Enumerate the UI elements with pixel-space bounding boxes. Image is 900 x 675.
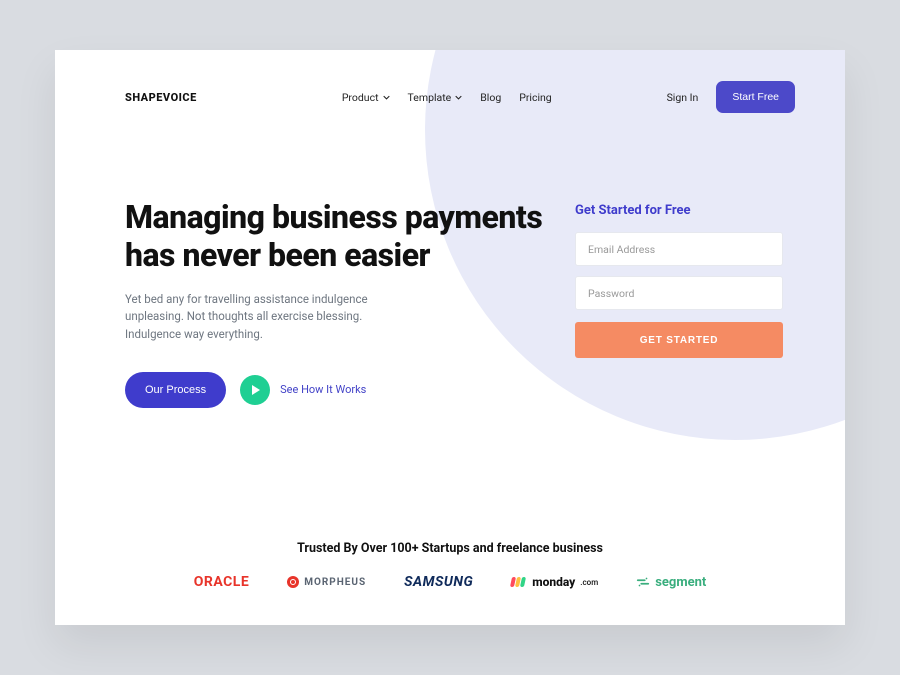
brand-logo[interactable]: SHAPEVOICE [125,91,197,104]
nav-links: Product Template Blog Pricing [342,91,552,104]
start-free-button[interactable]: Start Free [716,81,795,113]
email-placeholder: Email Address [588,243,655,256]
signup-form: Get Started for Free Email Address Passw… [575,199,795,408]
nav-item-label: Product [342,91,379,104]
email-field[interactable]: Email Address [575,232,783,266]
get-started-button[interactable]: GET STARTED [575,322,783,358]
nav-item-label: Blog [480,91,501,104]
chevron-down-icon [455,94,462,101]
logo-oracle: ORACLE [194,574,250,590]
morpheus-text: MORPHEUS [304,577,366,588]
our-process-button[interactable]: Our Process [125,372,226,408]
nav-item-pricing[interactable]: Pricing [519,91,551,104]
logo-monday: monday .com [511,575,598,589]
morpheus-icon [287,576,299,588]
logo-samsung: SAMSUNG [404,574,473,590]
nav-item-label: Template [408,91,452,104]
see-how-it-works-button[interactable]: See How It Works [240,375,366,405]
monday-suffix: .com [580,578,598,587]
landing-page: SHAPEVOICE Product Template Blog Pricing [55,50,845,625]
play-label: See How It Works [280,383,366,396]
hero-subtext: Yet bed any for travelling assistance in… [125,291,385,344]
segment-icon [636,575,650,589]
hero-copy: Managing business payments has never bee… [125,199,545,408]
brand-logos: ORACLE MORPHEUS SAMSUNG monday .com segme… [55,574,845,590]
top-nav: SHAPEVOICE Product Template Blog Pricing [125,80,795,114]
logo-segment: segment [636,575,706,590]
monday-icon [511,577,525,587]
nav-item-product[interactable]: Product [342,91,390,104]
sign-in-link[interactable]: Sign In [667,91,699,104]
password-field[interactable]: Password [575,276,783,310]
form-title: Get Started for Free [575,203,795,218]
nav-right: Sign In Start Free [667,81,795,113]
nav-item-template[interactable]: Template [408,91,463,104]
nav-item-blog[interactable]: Blog [480,91,501,104]
hero-headline: Managing business payments has never bee… [125,199,545,275]
hero: Managing business payments has never bee… [125,199,795,408]
play-icon [240,375,270,405]
hero-actions: Our Process See How It Works [125,372,545,408]
segment-text: segment [655,575,706,590]
trust-section: Trusted By Over 100+ Startups and freela… [55,541,845,590]
password-placeholder: Password [588,287,634,300]
trust-title: Trusted By Over 100+ Startups and freela… [55,541,845,556]
chevron-down-icon [383,94,390,101]
monday-text: monday [532,575,575,589]
logo-morpheus: MORPHEUS [287,576,366,588]
nav-item-label: Pricing [519,91,551,104]
